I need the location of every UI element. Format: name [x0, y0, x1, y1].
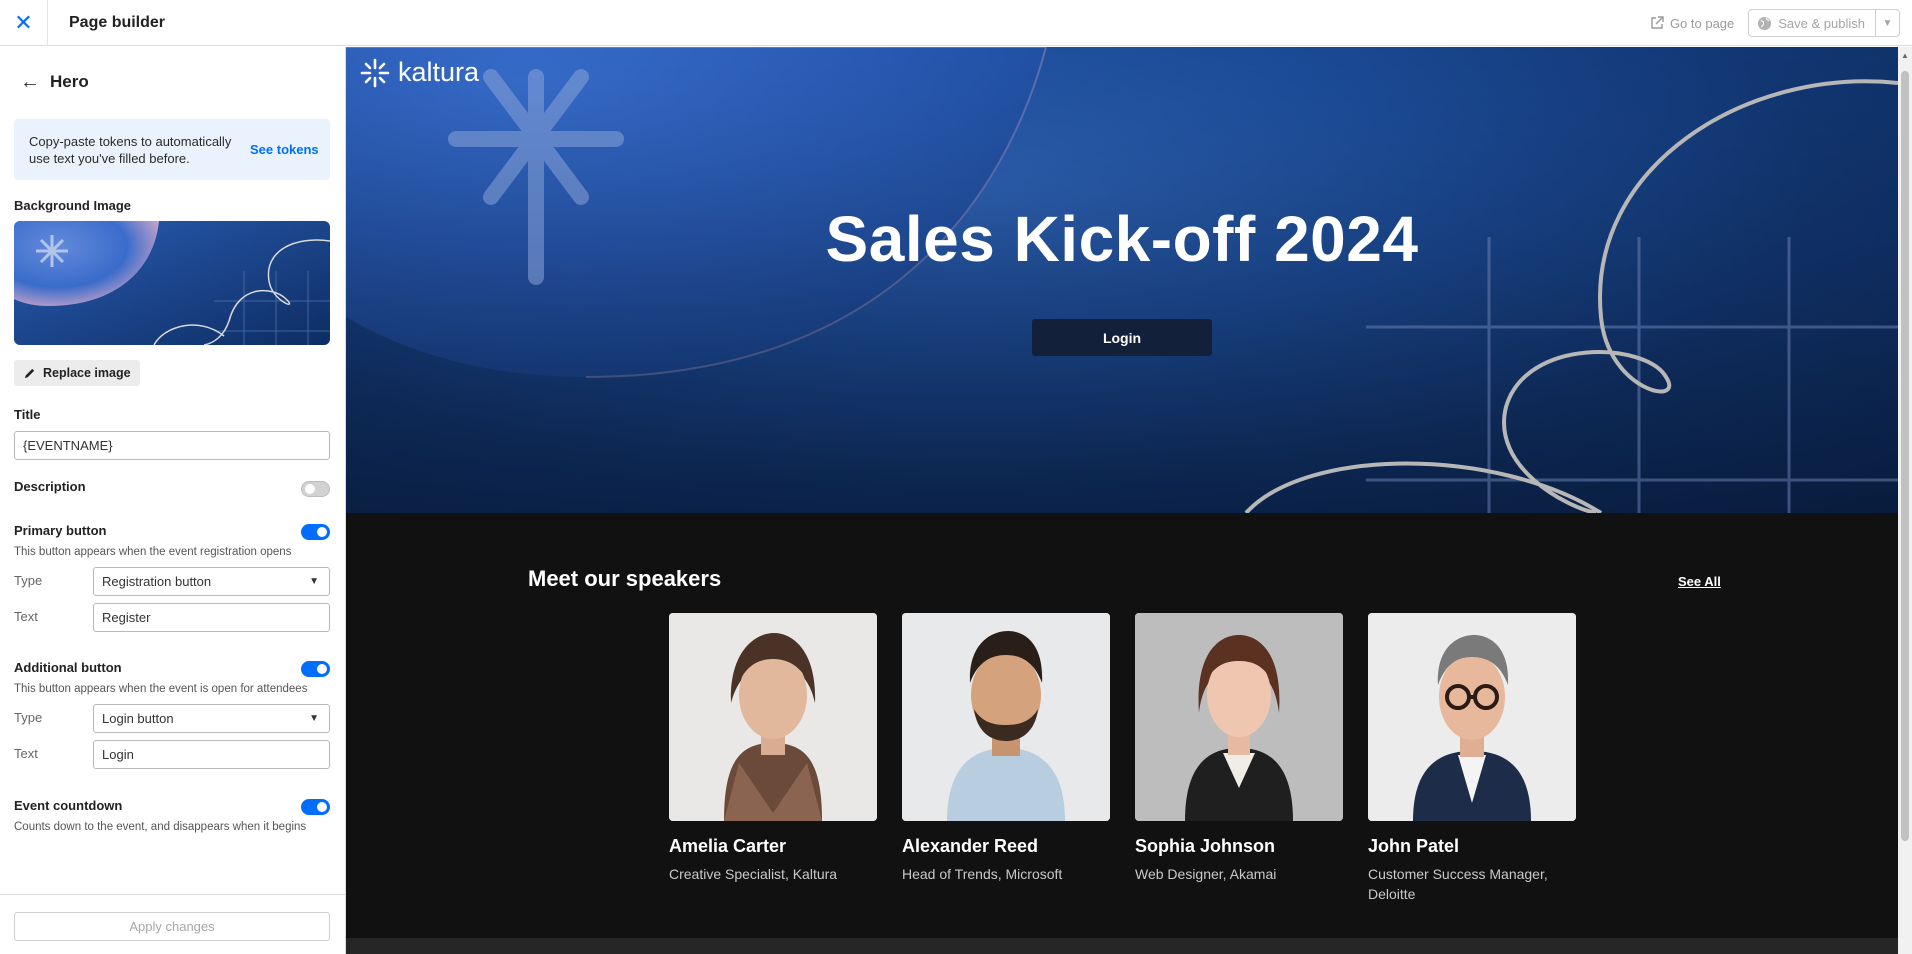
page-preview: kaltura Sales Kick-off 2024 Login Meet o…	[346, 47, 1898, 954]
primary-text-input[interactable]: Register	[93, 603, 330, 632]
save-publish-label: Save & publish	[1778, 15, 1865, 31]
speaker-name: John Patel	[1368, 836, 1460, 856]
hero-login-button[interactable]: Login	[1032, 319, 1212, 356]
globe-icon	[1758, 16, 1772, 30]
speaker-card[interactable]: John Patel Customer Success Manager, Del…	[1368, 613, 1576, 904]
primary-button-toggle[interactable]	[301, 524, 330, 540]
back-arrow-icon[interactable]: ←	[20, 71, 50, 94]
primary-button-hint: This button appears when the event regis…	[14, 546, 292, 558]
speaker-photo	[1368, 613, 1576, 821]
chevron-down-icon: ▼	[309, 576, 319, 587]
chevron-down-icon: ▼	[309, 713, 319, 724]
hero-background-art	[346, 47, 1898, 513]
app-title: Page builder	[69, 13, 166, 31]
additional-button-toggle[interactable]	[301, 661, 330, 677]
speaker-role: Customer Success Manager, Deloitte	[1368, 866, 1548, 902]
event-countdown-hint: Counts down to the event, and disappears…	[14, 821, 307, 833]
tokens-banner: Copy-paste tokens to automatically use t…	[14, 119, 330, 180]
event-countdown-label: Event countdown	[14, 798, 123, 813]
top-actions: Go to page Save & publish ▼	[1644, 9, 1900, 37]
see-all-link[interactable]: See All	[1678, 574, 1721, 589]
description-label: Description	[14, 479, 86, 494]
speaker-name: Sophia Johnson	[1135, 836, 1276, 856]
additional-button-hint: This button appears when the event is op…	[14, 683, 308, 695]
speaker-photo	[902, 613, 1110, 821]
see-tokens-link[interactable]: See tokens	[250, 142, 319, 157]
speaker-name: Amelia Carter	[669, 836, 787, 856]
additional-text-label: Text	[14, 746, 38, 761]
pencil-icon	[24, 368, 35, 378]
external-link-icon	[1651, 16, 1664, 29]
speaker-role: Head of Trends, Microsoft	[902, 866, 1063, 882]
tokens-text: Copy-paste tokens to automatically use t…	[29, 133, 232, 166]
speaker-card[interactable]: Sophia Johnson Web Designer, Akamai	[1135, 613, 1343, 884]
go-to-page-button[interactable]: Go to page	[1644, 12, 1740, 35]
hero-title: Sales Kick-off 2024	[825, 203, 1419, 275]
replace-image-button[interactable]: Replace image	[14, 360, 140, 386]
speaker-photo	[669, 613, 877, 821]
hero-section: kaltura Sales Kick-off 2024 Login	[346, 47, 1898, 513]
kaltura-logo: kaltura	[360, 57, 479, 88]
footer-strip	[346, 938, 1898, 954]
settings-panel: ← Hero Copy-paste tokens to automaticall…	[0, 47, 346, 954]
panel-title: Hero	[50, 72, 89, 91]
description-toggle[interactable]	[301, 481, 330, 497]
event-countdown-toggle[interactable]	[301, 799, 330, 815]
speaker-name: Alexander Reed	[902, 836, 1039, 856]
primary-type-label: Type	[14, 573, 43, 588]
additional-type-label: Type	[14, 710, 43, 725]
speaker-role: Creative Specialist, Kaltura	[669, 866, 838, 882]
save-publish-button[interactable]: Save & publish ▼	[1748, 9, 1900, 37]
additional-button-label: Additional button	[14, 660, 122, 675]
go-to-page-label: Go to page	[1669, 15, 1735, 31]
apply-changes-button[interactable]: Apply changes	[14, 912, 330, 941]
panel-header: ← Hero	[0, 47, 345, 117]
title-label: Title	[14, 407, 41, 422]
scroll-up-icon[interactable]: ▲	[1901, 51, 1909, 60]
background-image-label: Background Image	[14, 198, 132, 213]
additional-type-value: Login button	[102, 711, 174, 726]
kaltura-logo-icon	[360, 58, 390, 87]
primary-button-label: Primary button	[14, 523, 107, 538]
chevron-down-icon[interactable]: ▼	[1875, 10, 1899, 36]
additional-type-select[interactable]: Login button ▼	[93, 704, 330, 733]
top-bar: ✕ Page builder Go to page Save & publish…	[0, 0, 1912, 46]
close-icon[interactable]: ✕	[0, 0, 48, 46]
speakers-heading: Meet our speakers	[528, 566, 722, 591]
speaker-photo	[1135, 613, 1343, 821]
speaker-card[interactable]: Amelia Carter Creative Specialist, Kaltu…	[669, 613, 877, 884]
speaker-card[interactable]: Alexander Reed Head of Trends, Microsoft	[902, 613, 1110, 884]
primary-text-label: Text	[14, 609, 38, 624]
additional-text-input[interactable]: Login	[93, 740, 330, 769]
replace-image-label: Replace image	[43, 366, 131, 380]
kaltura-logo-text: kaltura	[398, 57, 480, 87]
primary-type-select[interactable]: Registration button ▼	[93, 567, 330, 596]
speaker-role: Web Designer, Akamai	[1135, 866, 1277, 882]
scrollbar-thumb[interactable]	[1901, 71, 1909, 841]
background-image-thumbnail	[14, 221, 330, 345]
preview-scrollbar[interactable]: ▲	[1898, 47, 1912, 954]
primary-type-value: Registration button	[102, 574, 212, 589]
title-input[interactable]: {EVENTNAME}	[14, 431, 330, 460]
